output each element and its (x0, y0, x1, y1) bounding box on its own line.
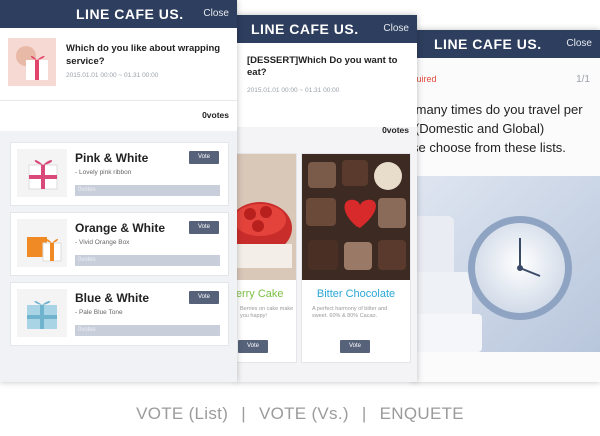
item-desc: - Lovely pink ribbon (75, 169, 132, 176)
vote-count: 0votes (202, 110, 229, 120)
question-text: How many times do you travel per year (D… (412, 102, 583, 155)
orange-gift-photo (17, 219, 67, 267)
vote-button[interactable]: Vote (189, 291, 219, 304)
option-card-bitter-chocolate: Bitter Chocolate A perfect harmony of bi… (301, 153, 411, 363)
option-title: Bitter Chocolate (316, 288, 396, 300)
caption-vote-list: VOTE (List) (136, 404, 229, 423)
clock-photo (412, 176, 600, 352)
item-title: Pink & White (75, 151, 149, 165)
item-title: Blue & White (75, 291, 149, 305)
item-desc: - Vivid Orange Box (75, 239, 130, 246)
enquete-screen: LINE CAFE US. Close Required 1/1 How man… (412, 30, 600, 382)
list-item: Orange & White - Vivid Orange Box Vote 0… (10, 212, 229, 276)
close-button[interactable]: Close (203, 8, 229, 19)
close-button[interactable]: Close (383, 23, 409, 34)
question-title: [DESSERT]Which Do you want to eat? (247, 55, 398, 78)
date-range: 2015.01.01 00:00 ~ 01.31 00:00 (66, 72, 159, 79)
blue-gift-photo (17, 289, 67, 337)
item-title: Orange & White (75, 221, 166, 235)
option-desc: A perfect harmony of bitter and sweet. 6… (312, 306, 388, 319)
close-button[interactable]: Close (566, 38, 592, 49)
option-desc: Berries on cake make you happy! (240, 306, 294, 319)
date-range: 2015.01.01 00:00 ~ 01.31 00:00 (247, 87, 340, 94)
caption-separator: | (241, 404, 246, 423)
vote-button[interactable]: Vote (189, 151, 219, 164)
option-card-berry-cake: Berry Cake Berries on cake make you happ… (235, 153, 297, 363)
question-box: [DESSERT]Which Do you want to eat? 2015.… (235, 43, 417, 127)
question-title: Which do you like about wrapping service… (66, 43, 221, 67)
page-counter: 1/1 (576, 74, 590, 85)
vote-result-bar: 0votes (75, 185, 220, 196)
vote-result-bar: 0votes (75, 255, 220, 266)
vote-count-bar: 0votes (0, 100, 237, 131)
option-title: Berry Cake (235, 288, 284, 300)
vs-header: LINE CAFE US. Close (235, 15, 417, 43)
vote-list-screen: LINE CAFE US. Close Which do you like ab… (0, 0, 237, 382)
vote-vs-screen: LINE CAFE US. Close [DESSERT]Which Do yo… (235, 15, 417, 382)
caption-vote-vs: VOTE (Vs.) (258, 404, 349, 423)
caption-enquete: ENQUETE (379, 404, 464, 423)
vote-button[interactable]: Vote (340, 340, 370, 353)
vote-button[interactable]: Vote (189, 221, 219, 234)
enquete-header: LINE CAFE US. Close (412, 30, 600, 58)
list-item: Pink & White - Lovely pink ribbon Vote 0… (10, 142, 229, 206)
chocolate-photo (302, 154, 410, 280)
pink-gift-photo (17, 149, 67, 197)
vote-button[interactable]: Vote (238, 340, 268, 353)
header-title: LINE CAFE US. (76, 6, 184, 22)
list-header: LINE CAFE US. Close (0, 0, 237, 28)
question-box: Which do you like about wrapping service… (0, 28, 237, 100)
caption-separator: | (361, 404, 367, 423)
caption: VOTE (List) | VOTE (Vs.) | ENQUETE (0, 404, 600, 424)
berry-cake-photo (235, 154, 296, 280)
gift-thumbnail (8, 38, 56, 86)
list-item: Blue & White - Pale Blue Tone Vote 0vote… (10, 282, 229, 346)
header-title: LINE CAFE US. (434, 36, 542, 52)
header-title: LINE CAFE US. (251, 21, 359, 37)
item-desc: - Pale Blue Tone (75, 309, 123, 316)
vote-count: 0votes (382, 125, 409, 135)
vote-result-bar: 0votes (75, 325, 220, 336)
